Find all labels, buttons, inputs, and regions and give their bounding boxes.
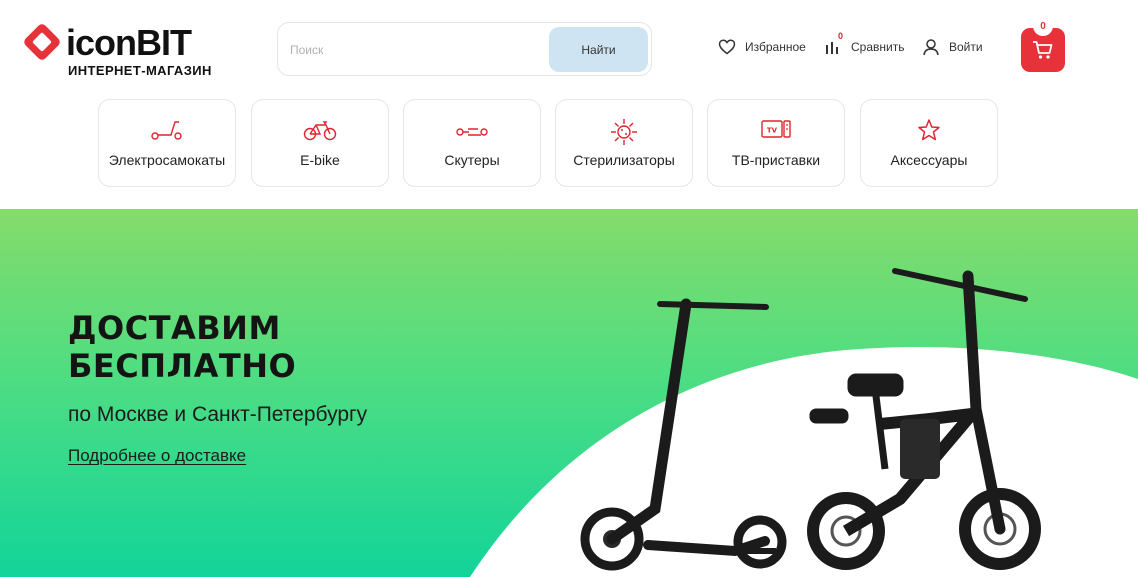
star-icon: [911, 118, 947, 142]
category-label: E-bike: [300, 152, 340, 168]
bar-chart-icon: 0: [824, 31, 843, 56]
banner-title-line1: ДОСТАВИМ: [68, 309, 281, 347]
moped-icon: [454, 118, 490, 142]
favorites-label: Избранное: [745, 40, 806, 54]
category-label: ТВ-приставки: [731, 152, 821, 168]
user-icon: [922, 38, 940, 56]
virus-icon: [606, 118, 642, 145]
category-mopeds[interactable]: Скутеры: [403, 99, 541, 187]
bicycle-icon: [302, 118, 338, 142]
banner-title: ДОСТАВИМ БЕСПЛАТНО: [68, 309, 296, 385]
category-label: Стерилизаторы: [573, 152, 675, 168]
compare-label: Сравнить: [851, 40, 905, 54]
category-sterilizers[interactable]: Стерилизаторы: [555, 99, 693, 187]
logo-tagline: ИНТЕРНЕТ-МАГАЗИН: [68, 63, 212, 78]
search-box: Найти: [277, 22, 652, 76]
favorites-link[interactable]: Избранное: [718, 36, 806, 58]
svg-text:TV: TV: [767, 127, 778, 135]
category-scooters[interactable]: Электросамокаты: [98, 99, 236, 187]
promo-banner[interactable]: ДОСТАВИМ БЕСПЛАТНО по Москве и Санкт-Пет…: [0, 209, 1138, 577]
search-button[interactable]: Найти: [549, 27, 648, 72]
category-tv-boxes[interactable]: TV ТВ-приставки: [707, 99, 845, 187]
category-accessories[interactable]: Аксессуары: [860, 99, 998, 187]
cart-icon: [1033, 41, 1053, 59]
tv-box-icon: TV: [758, 118, 794, 142]
category-label: Электросамокаты: [108, 152, 226, 168]
compare-count: 0: [838, 31, 844, 41]
banner-illustration: [470, 268, 1138, 577]
login-link[interactable]: Войти: [922, 36, 983, 58]
banner-title-line2: БЕСПЛАТНО: [68, 347, 297, 385]
category-label: Аксессуары: [890, 152, 968, 168]
scooter-icon: [149, 118, 185, 142]
category-ebike[interactable]: E-bike: [251, 99, 389, 187]
banner-subtitle: по Москве и Санкт-Петербургу: [68, 403, 368, 426]
header: iconBIT ИНТЕРНЕТ-МАГАЗИН Найти Избранное…: [0, 0, 1138, 95]
logo-diamond-icon: [24, 24, 60, 60]
delivery-details-link[interactable]: Подробнее о доставке: [68, 446, 246, 466]
cart-button[interactable]: 0: [1021, 16, 1065, 72]
logo[interactable]: iconBIT ИНТЕРНЕТ-МАГАЗИН: [22, 22, 222, 82]
logo-name: iconBIT: [66, 22, 192, 63]
login-label: Войти: [949, 40, 983, 54]
cart-count-badge: 0: [1033, 16, 1053, 36]
category-nav: Электросамокаты E-bike Скутеры Стерилиза…: [98, 99, 998, 187]
heart-icon: [718, 38, 736, 56]
search-input[interactable]: [290, 35, 540, 65]
compare-link[interactable]: 0 Сравнить: [824, 31, 905, 58]
category-label: Скутеры: [444, 152, 500, 168]
